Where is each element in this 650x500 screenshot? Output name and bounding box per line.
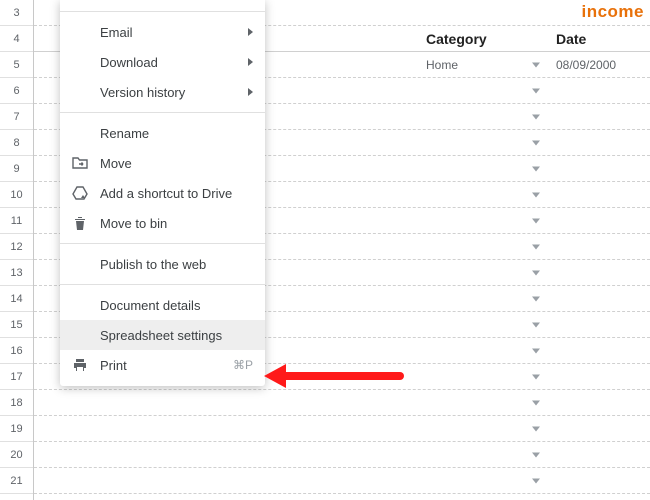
chevron-down-icon[interactable]	[532, 140, 540, 145]
menu-shortcut: ⌘P	[233, 358, 253, 372]
menu-item-email[interactable]: Email	[60, 17, 265, 47]
cell-category-dropdown[interactable]	[420, 130, 550, 155]
cell-category-dropdown[interactable]	[420, 312, 550, 337]
file-context-menu: Email Download Version history Rename Mo…	[60, 0, 265, 386]
menu-divider	[60, 112, 265, 113]
menu-label: Add a shortcut to Drive	[100, 186, 253, 201]
trash-icon	[70, 213, 90, 233]
chevron-down-icon[interactable]	[532, 192, 540, 197]
row-header[interactable]: 9	[0, 156, 33, 182]
menu-label: Version history	[100, 85, 248, 100]
row-header[interactable]: 17	[0, 364, 33, 390]
cell-category-dropdown[interactable]	[420, 286, 550, 311]
chevron-down-icon[interactable]	[532, 218, 540, 223]
chevron-down-icon[interactable]	[532, 478, 540, 483]
menu-item-spreadsheet-settings[interactable]: Spreadsheet settings	[60, 320, 265, 350]
cell-category-dropdown[interactable]	[420, 364, 550, 389]
row-header[interactable]: 18	[0, 390, 33, 416]
chevron-down-icon[interactable]	[532, 348, 540, 353]
cell-category-dropdown[interactable]	[420, 416, 550, 441]
cell-category-dropdown[interactable]	[420, 182, 550, 207]
row-header[interactable]: 13	[0, 260, 33, 286]
row-header[interactable]: 12	[0, 234, 33, 260]
menu-label: Move to bin	[100, 216, 253, 231]
menu-item-print[interactable]: Print ⌘P	[60, 350, 265, 380]
row-header[interactable]: 3	[0, 0, 33, 26]
chevron-down-icon[interactable]	[532, 400, 540, 405]
chevron-down-icon[interactable]	[532, 62, 540, 67]
menu-divider	[60, 243, 265, 244]
menu-label: Publish to the web	[100, 257, 253, 272]
cell-category-dropdown[interactable]	[420, 104, 550, 129]
column-header-category[interactable]: Category	[420, 26, 550, 51]
cell-category-dropdown[interactable]	[420, 208, 550, 233]
menu-label: Print	[100, 358, 233, 373]
chevron-right-icon	[248, 28, 253, 36]
annotation-arrow	[264, 366, 404, 386]
print-icon	[70, 355, 90, 375]
row-header[interactable]: 4	[0, 26, 33, 52]
row-header[interactable]: 21	[0, 468, 33, 494]
row-header[interactable]: 15	[0, 312, 33, 338]
menu-label: Document details	[100, 298, 253, 313]
chevron-down-icon[interactable]	[532, 426, 540, 431]
menu-item-add-shortcut[interactable]: Add a shortcut to Drive	[60, 178, 265, 208]
menu-divider	[60, 11, 265, 12]
menu-label: Rename	[100, 126, 253, 141]
cell-date[interactable]: 08/09/2000	[550, 52, 650, 77]
menu-item-move-to-bin[interactable]: Move to bin	[60, 208, 265, 238]
menu-label: Spreadsheet settings	[100, 328, 253, 343]
row-headers: 3 4 5 6 7 8 9 10 11 12 13 14 15 16 17 18…	[0, 0, 34, 500]
row-header[interactable]: 8	[0, 130, 33, 156]
menu-divider	[60, 284, 265, 285]
chevron-down-icon[interactable]	[532, 270, 540, 275]
chevron-down-icon[interactable]	[532, 88, 540, 93]
cell-category-dropdown[interactable]	[420, 234, 550, 259]
menu-label: Move	[100, 156, 253, 171]
cell-category-dropdown[interactable]	[420, 78, 550, 103]
cell-category-dropdown[interactable]	[420, 156, 550, 181]
chevron-right-icon	[248, 88, 253, 96]
cell-category-dropdown[interactable]	[420, 468, 550, 493]
chevron-down-icon[interactable]	[532, 244, 540, 249]
cell-category-dropdown[interactable]	[420, 390, 550, 415]
row-header[interactable]: 11	[0, 208, 33, 234]
row-header[interactable]: 6	[0, 78, 33, 104]
cell-category-dropdown[interactable]	[420, 260, 550, 285]
chevron-down-icon[interactable]	[532, 322, 540, 327]
menu-item-publish[interactable]: Publish to the web	[60, 249, 265, 279]
drive-shortcut-icon	[70, 183, 90, 203]
menu-label: Email	[100, 25, 248, 40]
row-header[interactable]: 10	[0, 182, 33, 208]
cell-category-dropdown[interactable]	[420, 442, 550, 467]
row-header[interactable]: 14	[0, 286, 33, 312]
chevron-down-icon[interactable]	[532, 114, 540, 119]
cell-category-dropdown[interactable]: Home	[420, 52, 550, 77]
move-folder-icon	[70, 153, 90, 173]
cell-category-value: Home	[426, 58, 458, 72]
menu-label: Download	[100, 55, 248, 70]
menu-item-download[interactable]: Download	[60, 47, 265, 77]
cell-category-dropdown[interactable]	[420, 338, 550, 363]
row-header[interactable]: 16	[0, 338, 33, 364]
chevron-down-icon[interactable]	[532, 452, 540, 457]
chevron-down-icon[interactable]	[532, 166, 540, 171]
menu-item-document-details[interactable]: Document details	[60, 290, 265, 320]
row-header[interactable]: 5	[0, 52, 33, 78]
row-header[interactable]: 20	[0, 442, 33, 468]
column-header-date[interactable]: Date	[550, 26, 650, 51]
menu-item-version-history[interactable]: Version history	[60, 77, 265, 107]
row-header[interactable]: 7	[0, 104, 33, 130]
menu-item-move[interactable]: Move	[60, 148, 265, 178]
menu-item-rename[interactable]: Rename	[60, 118, 265, 148]
chevron-down-icon[interactable]	[532, 296, 540, 301]
chevron-right-icon	[248, 58, 253, 66]
row-header[interactable]: 19	[0, 416, 33, 442]
chevron-down-icon[interactable]	[532, 374, 540, 379]
